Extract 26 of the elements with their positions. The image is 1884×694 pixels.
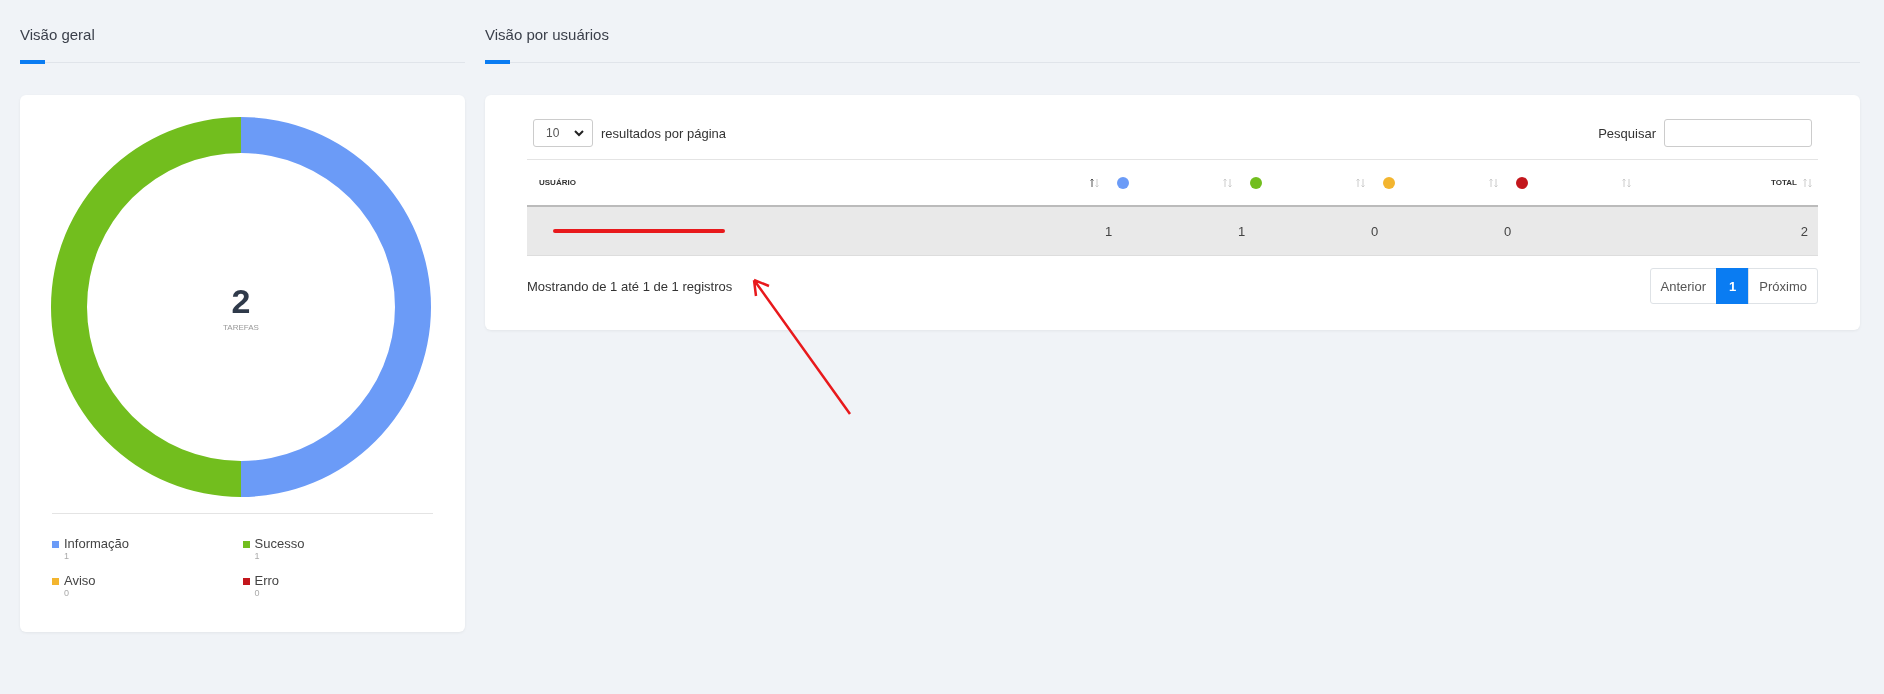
legend-label: Informação [64, 536, 130, 551]
table-cell: 2 [1637, 206, 1818, 256]
results-info: Mostrando de 1 até 1 de 1 registros [527, 278, 733, 294]
legend-label: Erro [254, 573, 280, 588]
page-size-select[interactable]: 10 [533, 119, 593, 147]
table-cell: 1 [1238, 206, 1371, 256]
legend-count: 0 [64, 588, 70, 598]
section-title: Visão por usuários [485, 26, 609, 43]
legend-count: 0 [254, 588, 261, 598]
task-count: 2 [231, 282, 251, 319]
table-cell: 0 [1504, 206, 1637, 256]
legend-label: Sucesso [254, 536, 305, 551]
task-label: TAREFAS [223, 322, 259, 332]
chevron-icon [574, 129, 584, 137]
legend-count: 1 [64, 551, 70, 561]
search-field[interactable] [1664, 119, 1812, 147]
page-size-label: resultados por página [601, 125, 727, 141]
page-button[interactable]: Próximo [1748, 268, 1818, 304]
page-button[interactable]: Anterior [1649, 268, 1718, 304]
table-cell: 1 [1105, 206, 1238, 256]
section-title: Visão geral [20, 26, 95, 43]
legend-count: 1 [254, 551, 261, 561]
page-button[interactable]: 1 [1716, 268, 1750, 304]
table-cell: 0 [1371, 206, 1504, 256]
search-label: Pesquisar [1598, 125, 1656, 141]
legend-label: Aviso [64, 573, 96, 588]
